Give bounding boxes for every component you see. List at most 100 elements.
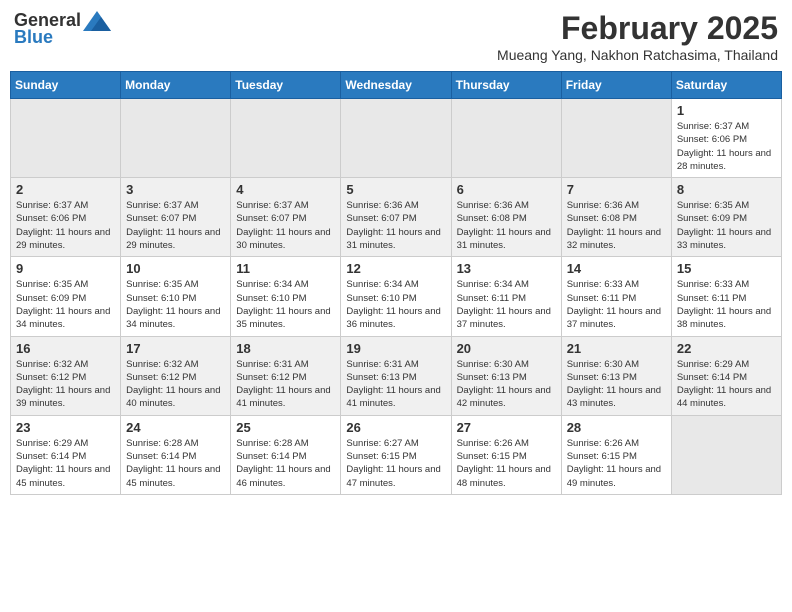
day-number: 6 — [457, 182, 556, 197]
calendar-cell: 16Sunrise: 6:32 AMSunset: 6:12 PMDayligh… — [11, 336, 121, 415]
day-number: 8 — [677, 182, 776, 197]
week-row-5: 23Sunrise: 6:29 AMSunset: 6:14 PMDayligh… — [11, 415, 782, 494]
calendar-cell — [11, 99, 121, 178]
calendar-cell: 24 Sunrise: 6:28 AMSunset: 6:14 PMDayligh… — [121, 415, 231, 494]
day-info: Sunrise: 6:37 AMSunset: 6:07 PMDaylight:… — [126, 199, 225, 252]
day-info: Sunrise: 6:37 AMSunset: 6:06 PMDaylight:… — [677, 120, 776, 173]
calendar-cell: 21 Sunrise: 6:30 AMSunset: 6:13 PMDayligh… — [561, 336, 671, 415]
day-number: 22 — [677, 341, 776, 356]
calendar-cell: 2Sunrise: 6:37 AMSunset: 6:06 PMDaylight… — [11, 178, 121, 257]
day-info: Sunrise: 6:36 AMSunset: 6:07 PMDaylight:… — [346, 199, 445, 252]
day-number: 24 — [126, 420, 225, 435]
calendar-cell: 27 Sunrise: 6:26 AMSunset: 6:15 PMDayligh… — [451, 415, 561, 494]
day-number: 13 — [457, 261, 556, 276]
day-number: 1 — [677, 103, 776, 118]
day-info: Sunrise: 6:27 AMSunset: 6:15 PMDaylight:… — [346, 437, 445, 490]
day-info: Sunrise: 6:30 AMSunset: 6:13 PMDaylight:… — [567, 358, 666, 411]
calendar-cell: 6Sunrise: 6:36 AMSunset: 6:08 PMDaylight… — [451, 178, 561, 257]
day-info: Sunrise: 6:34 AMSunset: 6:11 PMDaylight:… — [457, 278, 556, 331]
weekday-header-wednesday: Wednesday — [341, 72, 451, 99]
day-number: 5 — [346, 182, 445, 197]
day-info: Sunrise: 6:37 AMSunset: 6:07 PMDaylight:… — [236, 199, 335, 252]
day-number: 3 — [126, 182, 225, 197]
day-number: 17 — [126, 341, 225, 356]
day-info: Sunrise: 6:33 AMSunset: 6:11 PMDaylight:… — [677, 278, 776, 331]
weekday-header-thursday: Thursday — [451, 72, 561, 99]
calendar-cell: 26 Sunrise: 6:27 AMSunset: 6:15 PMDayligh… — [341, 415, 451, 494]
calendar-cell: 13 Sunrise: 6:34 AMSunset: 6:11 PMDayligh… — [451, 257, 561, 336]
weekday-header-monday: Monday — [121, 72, 231, 99]
day-info: Sunrise: 6:28 AMSunset: 6:14 PMDaylight:… — [126, 437, 225, 490]
day-info: Sunrise: 6:34 AMSunset: 6:10 PMDaylight:… — [346, 278, 445, 331]
page-header: General Blue February 2025 Mueang Yang, … — [10, 10, 782, 63]
calendar-cell: 23Sunrise: 6:29 AMSunset: 6:14 PMDayligh… — [11, 415, 121, 494]
calendar-cell — [121, 99, 231, 178]
day-number: 14 — [567, 261, 666, 276]
day-info: Sunrise: 6:30 AMSunset: 6:13 PMDaylight:… — [457, 358, 556, 411]
logo-blue: Blue — [14, 27, 53, 48]
day-info: Sunrise: 6:32 AMSunset: 6:12 PMDaylight:… — [16, 358, 115, 411]
location-title: Mueang Yang, Nakhon Ratchasima, Thailand — [497, 47, 778, 63]
weekday-header-tuesday: Tuesday — [231, 72, 341, 99]
calendar-cell: 19 Sunrise: 6:31 AMSunset: 6:13 PMDayligh… — [341, 336, 451, 415]
week-row-3: 9 Sunrise: 6:35 AMSunset: 6:09 PMDaylight… — [11, 257, 782, 336]
calendar-cell — [341, 99, 451, 178]
calendar-cell: 7Sunrise: 6:36 AMSunset: 6:08 PMDaylight… — [561, 178, 671, 257]
day-info: Sunrise: 6:35 AMSunset: 6:09 PMDaylight:… — [677, 199, 776, 252]
week-row-1: 1 Sunrise: 6:37 AMSunset: 6:06 PMDaylight… — [11, 99, 782, 178]
day-number: 11 — [236, 261, 335, 276]
calendar-cell — [451, 99, 561, 178]
calendar-cell: 22 Sunrise: 6:29 AMSunset: 6:14 PMDayligh… — [671, 336, 781, 415]
day-info: Sunrise: 6:26 AMSunset: 6:15 PMDaylight:… — [457, 437, 556, 490]
weekday-header-saturday: Saturday — [671, 72, 781, 99]
day-number: 9 — [16, 261, 115, 276]
day-number: 10 — [126, 261, 225, 276]
day-number: 15 — [677, 261, 776, 276]
calendar-cell: 20Sunrise: 6:30 AMSunset: 6:13 PMDayligh… — [451, 336, 561, 415]
day-info: Sunrise: 6:31 AMSunset: 6:12 PMDaylight:… — [236, 358, 335, 411]
calendar-cell: 12 Sunrise: 6:34 AMSunset: 6:10 PMDayligh… — [341, 257, 451, 336]
calendar-cell: 14Sunrise: 6:33 AMSunset: 6:11 PMDayligh… — [561, 257, 671, 336]
title-area: February 2025 Mueang Yang, Nakhon Ratcha… — [497, 10, 778, 63]
calendar-table: SundayMondayTuesdayWednesdayThursdayFrid… — [10, 71, 782, 495]
day-info: Sunrise: 6:35 AMSunset: 6:09 PMDaylight:… — [16, 278, 115, 331]
calendar-cell: 9 Sunrise: 6:35 AMSunset: 6:09 PMDaylight… — [11, 257, 121, 336]
calendar-cell: 15 Sunrise: 6:33 AMSunset: 6:11 PMDayligh… — [671, 257, 781, 336]
weekday-header-row: SundayMondayTuesdayWednesdayThursdayFrid… — [11, 72, 782, 99]
day-number: 19 — [346, 341, 445, 356]
calendar-cell: 17 Sunrise: 6:32 AMSunset: 6:12 PMDayligh… — [121, 336, 231, 415]
day-info: Sunrise: 6:35 AMSunset: 6:10 PMDaylight:… — [126, 278, 225, 331]
day-number: 21 — [567, 341, 666, 356]
calendar-cell: 8 Sunrise: 6:35 AMSunset: 6:09 PMDaylight… — [671, 178, 781, 257]
day-number: 7 — [567, 182, 666, 197]
day-number: 26 — [346, 420, 445, 435]
weekday-header-sunday: Sunday — [11, 72, 121, 99]
day-info: Sunrise: 6:29 AMSunset: 6:14 PMDaylight:… — [16, 437, 115, 490]
logo-icon — [83, 11, 111, 31]
day-info: Sunrise: 6:32 AMSunset: 6:12 PMDaylight:… — [126, 358, 225, 411]
day-number: 2 — [16, 182, 115, 197]
day-number: 12 — [346, 261, 445, 276]
logo: General Blue — [14, 10, 111, 48]
weekday-header-friday: Friday — [561, 72, 671, 99]
month-title: February 2025 — [497, 10, 778, 47]
calendar-cell: 3 Sunrise: 6:37 AMSunset: 6:07 PMDaylight… — [121, 178, 231, 257]
day-number: 27 — [457, 420, 556, 435]
day-number: 25 — [236, 420, 335, 435]
calendar-cell: 28Sunrise: 6:26 AMSunset: 6:15 PMDayligh… — [561, 415, 671, 494]
day-info: Sunrise: 6:26 AMSunset: 6:15 PMDaylight:… — [567, 437, 666, 490]
calendar-cell: 1 Sunrise: 6:37 AMSunset: 6:06 PMDaylight… — [671, 99, 781, 178]
calendar-cell: 5 Sunrise: 6:36 AMSunset: 6:07 PMDaylight… — [341, 178, 451, 257]
calendar-cell: 4Sunrise: 6:37 AMSunset: 6:07 PMDaylight… — [231, 178, 341, 257]
calendar-cell — [671, 415, 781, 494]
day-info: Sunrise: 6:28 AMSunset: 6:14 PMDaylight:… — [236, 437, 335, 490]
day-info: Sunrise: 6:34 AMSunset: 6:10 PMDaylight:… — [236, 278, 335, 331]
calendar-cell: 25 Sunrise: 6:28 AMSunset: 6:14 PMDayligh… — [231, 415, 341, 494]
week-row-2: 2Sunrise: 6:37 AMSunset: 6:06 PMDaylight… — [11, 178, 782, 257]
calendar-cell: 11 Sunrise: 6:34 AMSunset: 6:10 PMDayligh… — [231, 257, 341, 336]
day-info: Sunrise: 6:29 AMSunset: 6:14 PMDaylight:… — [677, 358, 776, 411]
day-number: 18 — [236, 341, 335, 356]
day-info: Sunrise: 6:31 AMSunset: 6:13 PMDaylight:… — [346, 358, 445, 411]
week-row-4: 16Sunrise: 6:32 AMSunset: 6:12 PMDayligh… — [11, 336, 782, 415]
calendar-cell — [561, 99, 671, 178]
